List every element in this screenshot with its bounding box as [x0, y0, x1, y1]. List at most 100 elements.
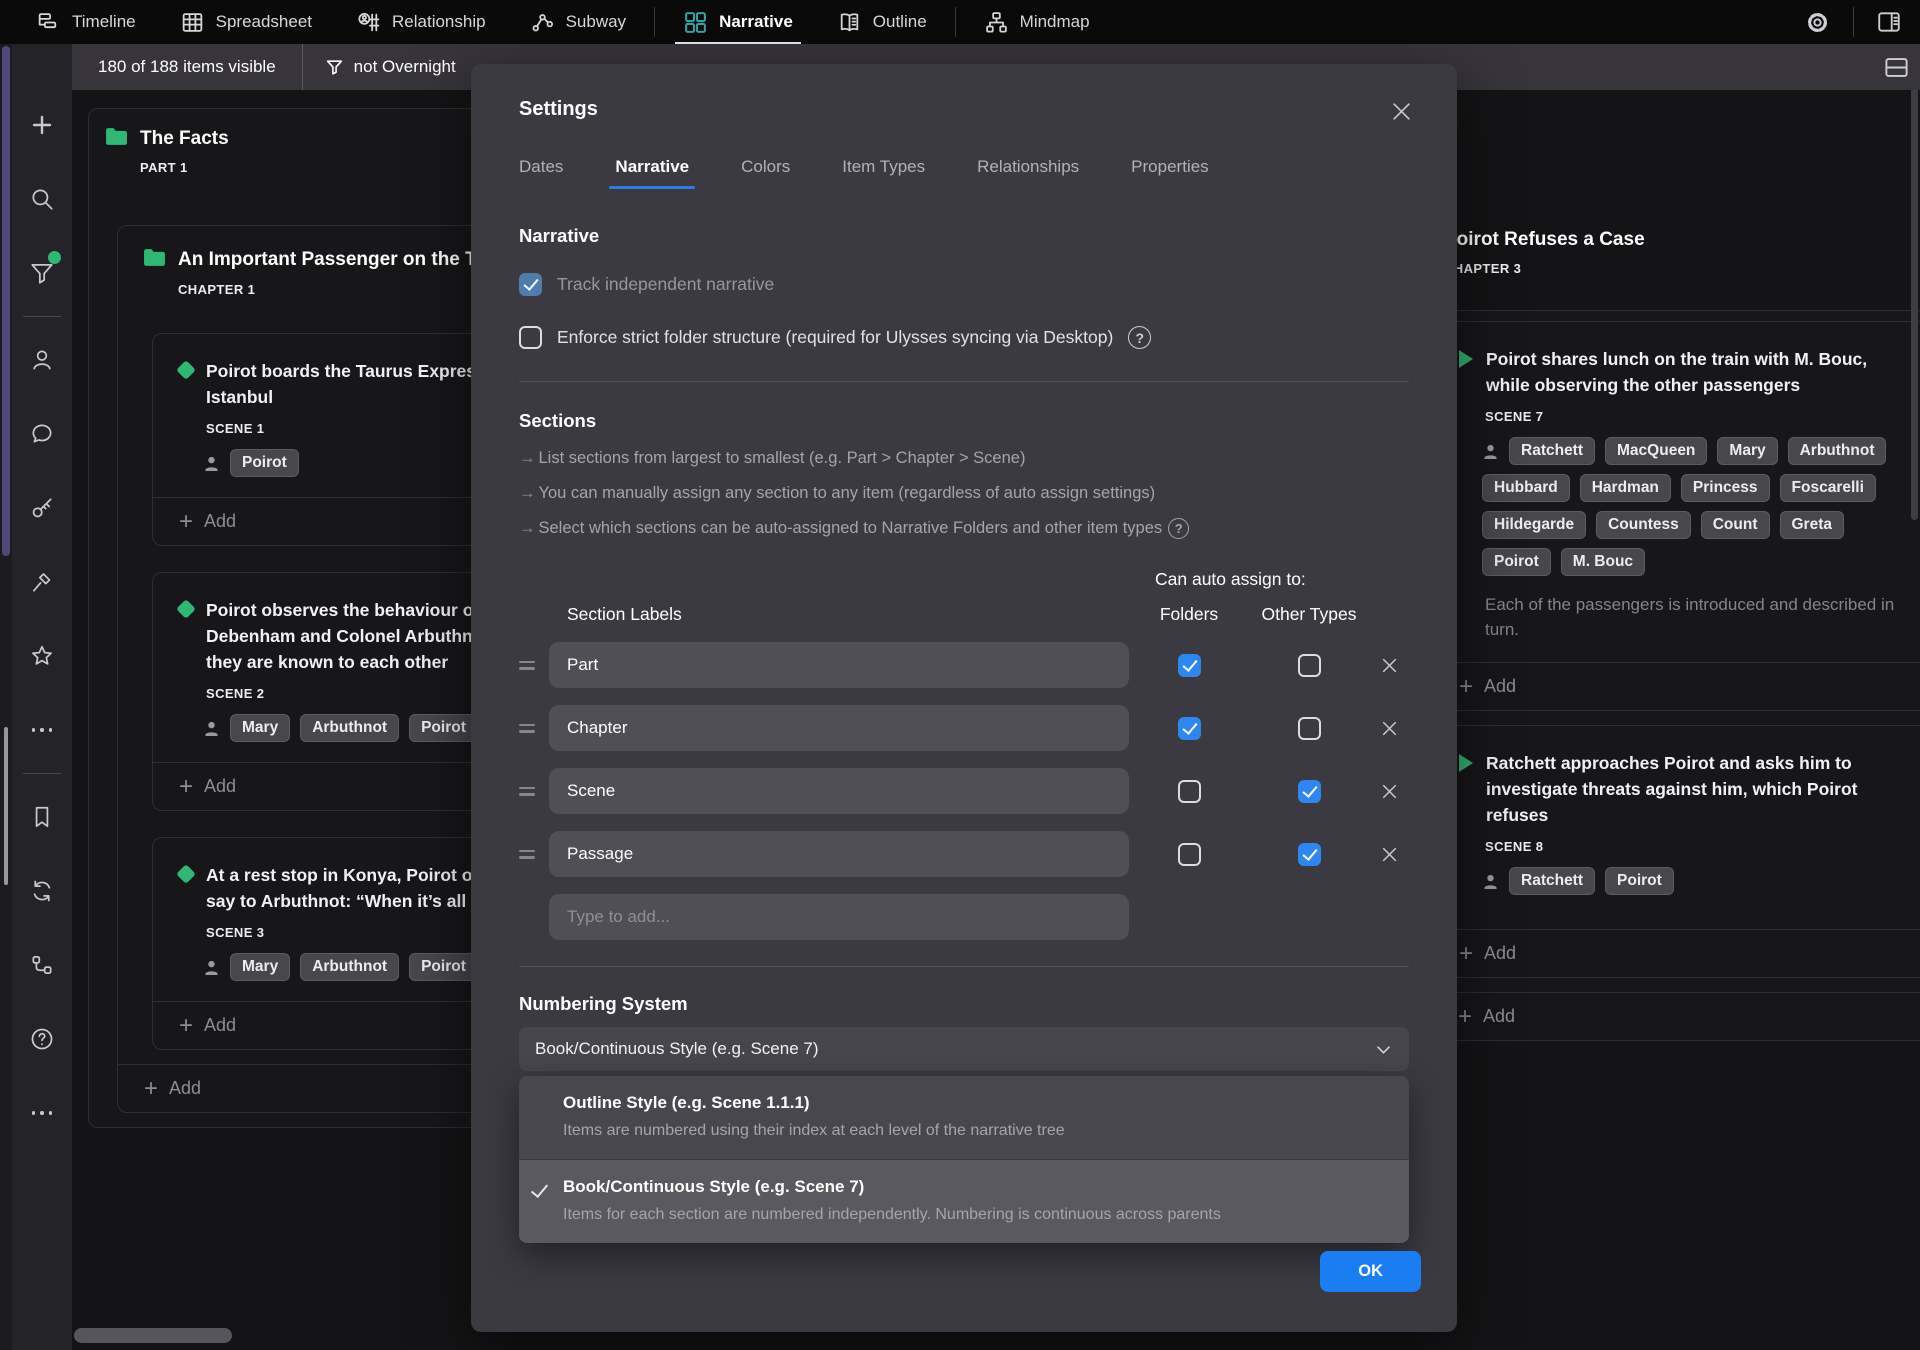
dropdown-option[interactable]: Book/Continuous Style (e.g. Scene 7) Ite…	[519, 1160, 1409, 1243]
more-tools-icon[interactable]	[12, 693, 72, 767]
folders-checkbox[interactable]	[1178, 654, 1201, 677]
scene-card[interactable]: Ratchett approaches Poirot and asks him …	[1445, 725, 1920, 978]
more-options-icon[interactable]	[12, 1076, 72, 1150]
character-tag[interactable]: Poirot	[1482, 548, 1551, 576]
tab-relationships[interactable]: Relationships	[977, 157, 1079, 189]
character-tag[interactable]: Mary	[230, 953, 290, 981]
delete-section-icon[interactable]	[1381, 846, 1398, 863]
search-icon[interactable]	[12, 162, 72, 236]
nav-spreadsheet[interactable]: Spreadsheet	[158, 0, 334, 44]
left-scrollbar-thumb-secondary[interactable]	[4, 727, 8, 885]
scene-card[interactable]: Poirot shares lunch on the train with M.…	[1445, 321, 1920, 711]
character-tag[interactable]: M. Bouc	[1561, 548, 1645, 576]
help-icon[interactable]: ?	[1128, 326, 1151, 349]
nav-relationship[interactable]: Relationship	[334, 0, 508, 44]
sync-icon[interactable]	[12, 854, 72, 928]
close-icon[interactable]	[1390, 100, 1413, 123]
other-types-checkbox[interactable]	[1298, 654, 1321, 677]
track-independent-narrative-checkbox[interactable]	[519, 273, 542, 296]
help-icon[interactable]	[12, 1002, 72, 1076]
hammer-icon[interactable]	[12, 545, 72, 619]
add-button[interactable]: +Add	[1446, 663, 1920, 710]
drag-handle-icon[interactable]	[519, 787, 535, 796]
character-tag[interactable]: Hubbard	[1482, 474, 1570, 502]
character-tag[interactable]: Hildegarde	[1482, 511, 1586, 539]
enforce-folder-structure-checkbox[interactable]	[519, 326, 542, 349]
character-tag[interactable]: Mary	[1717, 437, 1777, 465]
numbering-dropdown-menu: Outline Style (e.g. Scene 1.1.1) Items a…	[519, 1076, 1409, 1243]
section-label-input[interactable]	[549, 831, 1129, 877]
vertical-scrollbar-thumb[interactable]	[1911, 70, 1918, 520]
horizontal-scrollbar-thumb[interactable]	[74, 1328, 232, 1343]
character-tag[interactable]: Ratchett	[1509, 437, 1595, 465]
add-button[interactable]: +Add	[1445, 993, 1920, 1040]
part-title: The Facts	[140, 127, 229, 151]
character-tag[interactable]: Foscarelli	[1780, 474, 1876, 502]
folders-checkbox[interactable]	[1178, 780, 1201, 803]
drag-handle-icon[interactable]	[519, 661, 535, 670]
arrow-icon: →	[519, 516, 536, 541]
help-icon[interactable]: ?	[1168, 518, 1189, 539]
drag-handle-icon[interactable]	[519, 724, 535, 733]
connections-icon[interactable]	[12, 928, 72, 1002]
character-tag[interactable]: Princess	[1681, 474, 1770, 502]
nav-mindmap[interactable]: Mindmap	[962, 0, 1112, 44]
character-tag[interactable]: Greta	[1780, 511, 1845, 539]
nav-subway[interactable]: Subway	[508, 0, 648, 44]
add-section-input[interactable]	[549, 894, 1129, 940]
nav-timeline[interactable]: Timeline	[14, 0, 158, 44]
dropdown-option[interactable]: Outline Style (e.g. Scene 1.1.1) Items a…	[519, 1076, 1409, 1160]
tab-dates[interactable]: Dates	[519, 157, 563, 189]
character-tag[interactable]: Poirot	[1605, 867, 1674, 895]
nav-narrative[interactable]: Narrative	[661, 0, 815, 44]
tab-properties[interactable]: Properties	[1131, 157, 1208, 189]
sidebar-panel-toggle-icon[interactable]	[1876, 9, 1902, 35]
add-item-button[interactable]	[12, 88, 72, 162]
tab-narrative[interactable]: Narrative	[615, 157, 689, 189]
character-tag[interactable]: Arbuthnot	[1788, 437, 1887, 465]
delete-section-icon[interactable]	[1381, 657, 1398, 674]
comments-icon[interactable]	[12, 397, 72, 471]
section-label-input[interactable]	[549, 768, 1129, 814]
character-tag[interactable]: Hardman	[1580, 474, 1671, 502]
left-scrollbar-thumb[interactable]	[2, 46, 10, 556]
character-tag[interactable]: Ratchett	[1509, 867, 1595, 895]
character-tag[interactable]: Poirot	[409, 714, 478, 742]
ok-button[interactable]: OK	[1320, 1251, 1421, 1292]
settings-gear-icon[interactable]	[1804, 9, 1831, 36]
chapter-folder-card[interactable]: Poirot shares lunch on the train with M.…	[1444, 310, 1920, 1041]
delete-section-icon[interactable]	[1381, 720, 1398, 737]
other-types-checkbox[interactable]	[1298, 843, 1321, 866]
section-label-input[interactable]	[549, 705, 1129, 751]
numbering-system-select[interactable]: Book/Continuous Style (e.g. Scene 7)	[519, 1027, 1409, 1071]
bookmark-icon[interactable]	[12, 780, 72, 854]
star-icon[interactable]	[12, 619, 72, 693]
key-icon[interactable]	[12, 471, 72, 545]
tab-colors[interactable]: Colors	[741, 157, 790, 189]
split-view-toggle-icon[interactable]	[1883, 54, 1920, 81]
character-tag[interactable]: MacQueen	[1605, 437, 1707, 465]
section-label-input[interactable]	[549, 642, 1129, 688]
nav-outline[interactable]: Outline	[815, 0, 949, 44]
narrative-grid-icon	[683, 10, 708, 35]
modal-divider	[519, 966, 1409, 967]
tab-item-types[interactable]: Item Types	[842, 157, 925, 189]
other-types-checkbox[interactable]	[1298, 717, 1321, 740]
filter-funnel-icon[interactable]	[12, 236, 72, 310]
character-tag[interactable]: Arbuthnot	[300, 714, 399, 742]
character-tag[interactable]: Mary	[230, 714, 290, 742]
character-tag[interactable]: Poirot	[230, 449, 299, 477]
other-types-checkbox[interactable]	[1298, 780, 1321, 803]
active-filter-chip[interactable]: not Overnight	[303, 57, 478, 77]
drag-handle-icon[interactable]	[519, 850, 535, 859]
characters-icon[interactable]	[12, 323, 72, 397]
folders-checkbox[interactable]	[1178, 717, 1201, 740]
folders-checkbox[interactable]	[1178, 843, 1201, 866]
character-tag[interactable]: Count	[1701, 511, 1770, 539]
delete-section-icon[interactable]	[1381, 783, 1398, 800]
character-tag[interactable]: Poirot	[409, 953, 478, 981]
column-header-section-labels: Section Labels	[549, 604, 1129, 625]
character-tag[interactable]: Arbuthnot	[300, 953, 399, 981]
character-tag[interactable]: Countess	[1596, 511, 1691, 539]
add-button[interactable]: +Add	[1446, 930, 1920, 977]
